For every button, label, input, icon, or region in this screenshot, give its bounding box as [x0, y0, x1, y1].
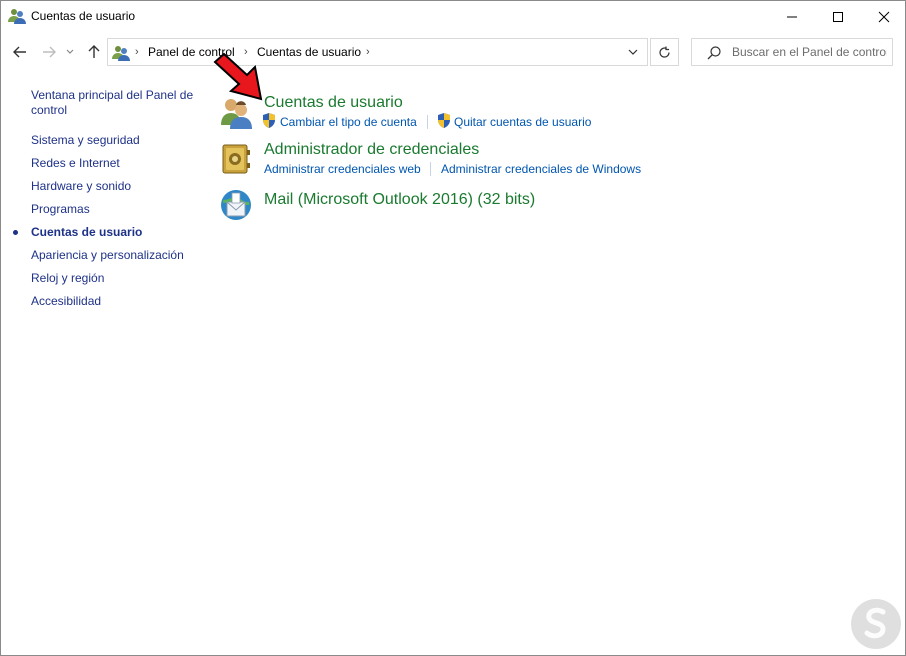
- refresh-icon: [659, 46, 670, 58]
- watermark-logo: [851, 599, 901, 649]
- sidebar-item-reloj-region[interactable]: Reloj y región: [31, 271, 201, 286]
- search-box[interactable]: [691, 38, 893, 66]
- sidebar-item-cuentas-usuario[interactable]: Cuentas de usuario: [31, 225, 201, 240]
- current-item-bullet: [13, 230, 18, 235]
- sidebar-item-sistema-seguridad[interactable]: Sistema y seguridad: [31, 133, 201, 148]
- credential-manager-icon: [222, 144, 250, 174]
- refresh-button[interactable]: [650, 38, 679, 66]
- recent-locations-button[interactable]: [64, 42, 76, 62]
- uac-shield-icon: [263, 113, 275, 128]
- maximize-icon: [833, 11, 843, 22]
- arrow-left-icon: [13, 46, 26, 58]
- sidebar-item-redes-internet[interactable]: Redes e Internet: [31, 156, 201, 171]
- mail-icon: [221, 190, 251, 220]
- sidebar-item-accesibilidad[interactable]: Accesibilidad: [31, 294, 201, 309]
- navigation-bar: › Panel de control › Cuentas de usuario …: [1, 34, 905, 70]
- sidebar-item-apariencia[interactable]: Apariencia y personalización: [31, 248, 201, 263]
- control-panel-window: Cuentas de usuario › Panel de control › …: [0, 0, 906, 656]
- sidebar-item-hardware-sonido[interactable]: Hardware y sonido: [31, 179, 201, 194]
- close-icon: [878, 11, 890, 22]
- users-icon: [112, 46, 130, 61]
- chevron-down-icon: [66, 49, 74, 54]
- window-title: Cuentas de usuario: [31, 9, 136, 23]
- link-manage-web-credentials[interactable]: Administrar credenciales web: [264, 162, 421, 176]
- title-bar: Cuentas de usuario: [1, 1, 905, 32]
- chevron-right-icon: ›: [135, 46, 139, 58]
- annotation-arrow-icon: [213, 53, 263, 101]
- breadcrumb-cuentas-de-usuario[interactable]: Cuentas de usuario: [257, 45, 361, 59]
- category-title-user-accounts[interactable]: Cuentas de usuario: [264, 94, 403, 112]
- close-button[interactable]: [861, 1, 905, 32]
- chevron-right-icon: ›: [366, 46, 370, 58]
- link-separator: [430, 162, 431, 176]
- address-bar[interactable]: › Panel de control › Cuentas de usuario …: [107, 38, 648, 66]
- up-button[interactable]: [84, 42, 104, 62]
- search-icon: [707, 46, 721, 60]
- sidebar-item-programas[interactable]: Programas: [31, 202, 201, 217]
- link-remove-user-accounts[interactable]: Quitar cuentas de usuario: [454, 115, 591, 129]
- minimize-icon: [787, 16, 797, 17]
- link-manage-windows-credentials[interactable]: Administrar credenciales de Windows: [441, 162, 641, 176]
- address-dropdown-icon[interactable]: [627, 46, 639, 58]
- minimize-button[interactable]: [769, 1, 815, 32]
- category-title-credential-manager[interactable]: Administrador de credenciales: [264, 141, 479, 159]
- link-separator: [427, 115, 428, 129]
- forward-button[interactable]: [39, 42, 59, 62]
- category-title-mail[interactable]: Mail (Microsoft Outlook 2016) (32 bits): [264, 191, 535, 209]
- sidebar-home-link[interactable]: Ventana principal del Panel de control: [31, 88, 196, 118]
- search-input[interactable]: [732, 42, 887, 62]
- arrow-up-icon: [88, 45, 100, 58]
- arrow-right-icon: [43, 46, 56, 58]
- back-button[interactable]: [10, 42, 30, 62]
- uac-shield-icon: [438, 113, 450, 128]
- link-change-account-type[interactable]: Cambiar el tipo de cuenta: [280, 115, 417, 129]
- maximize-button[interactable]: [815, 1, 861, 32]
- users-icon: [8, 9, 26, 24]
